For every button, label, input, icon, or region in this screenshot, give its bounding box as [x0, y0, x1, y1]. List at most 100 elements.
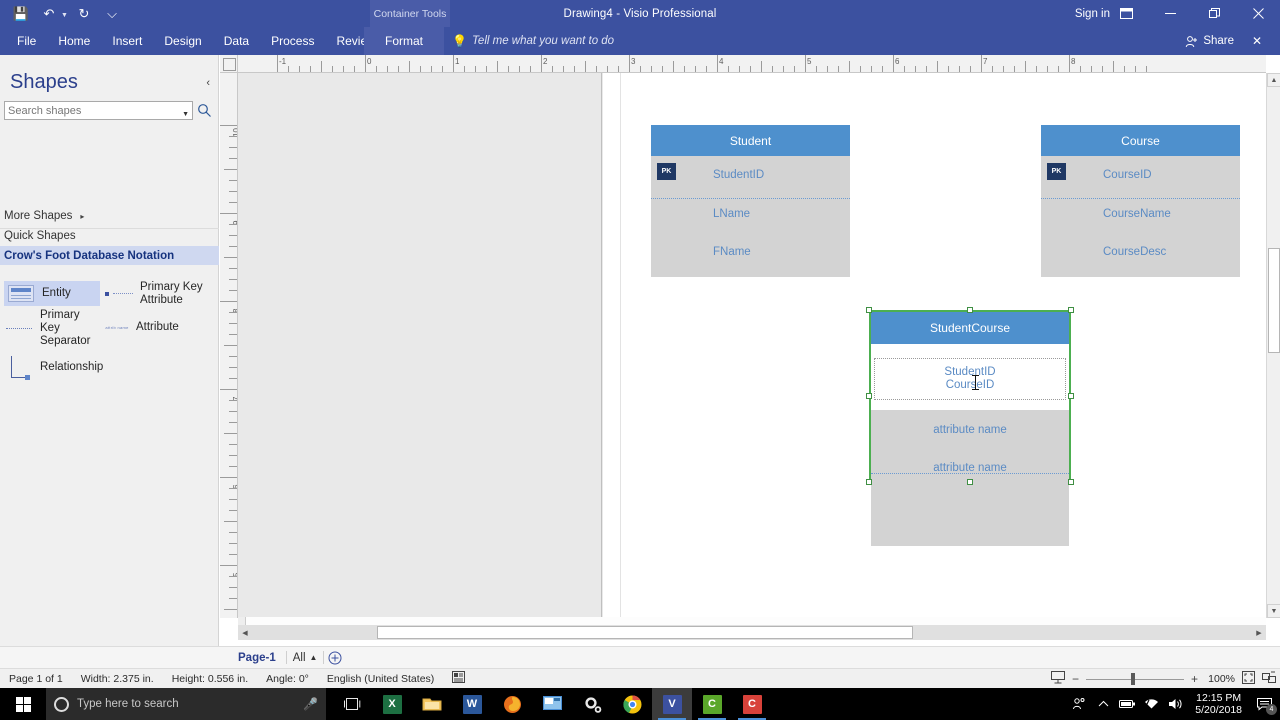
- add-page-button[interactable]: [324, 647, 346, 669]
- task-view-icon[interactable]: [332, 688, 372, 720]
- chevron-up-icon: ▲: [309, 653, 318, 662]
- attribute-row[interactable]: CourseName: [1041, 194, 1240, 234]
- zoom-level-label[interactable]: 100%: [1205, 673, 1235, 685]
- vertical-ruler[interactable]: 10987654: [220, 73, 238, 618]
- search-icon[interactable]: [197, 103, 212, 123]
- fit-page-icon[interactable]: [1242, 670, 1255, 687]
- ribbon-display-options-icon[interactable]: [1104, 0, 1148, 27]
- master-entity-label: Entity: [42, 287, 71, 299]
- tab-insert[interactable]: Insert: [101, 27, 153, 55]
- taskbar-app-file-explorer[interactable]: [412, 688, 452, 720]
- horizontal-scrollbar[interactable]: ◀ ▶: [238, 625, 1266, 640]
- show-hidden-icons-icon[interactable]: [1091, 688, 1115, 720]
- presentation-mode-icon[interactable]: [1050, 670, 1065, 687]
- master-primary-key-attribute[interactable]: Primary Key Attribute: [104, 277, 214, 310]
- taskbar-app-camtasia[interactable]: C: [692, 688, 732, 720]
- stencil-header-crows-foot[interactable]: Crow's Foot Database Notation: [0, 246, 219, 265]
- microphone-icon[interactable]: 🎤: [303, 697, 318, 711]
- shape-studentcourse[interactable]: StudentCourse attribute name attribute n…: [866, 307, 1074, 546]
- resize-handle[interactable]: [1068, 479, 1074, 485]
- taskbar-app-firefox[interactable]: [492, 688, 532, 720]
- horizontal-scroll-thumb[interactable]: [377, 626, 913, 639]
- wifi-icon[interactable]: [1139, 688, 1163, 720]
- tab-format[interactable]: Format: [364, 27, 444, 55]
- status-language[interactable]: English (United States): [318, 673, 443, 685]
- all-pages-button[interactable]: All ▲: [287, 652, 324, 664]
- taskbar-app-settings[interactable]: [572, 688, 612, 720]
- attribute-row[interactable]: FName: [651, 234, 850, 270]
- start-button[interactable]: [0, 688, 46, 720]
- horizontal-ruler[interactable]: -1 0 1 2 3 4 5 6 7 8: [238, 55, 1266, 73]
- taskbar-search[interactable]: Type here to search 🎤: [46, 688, 326, 720]
- chevron-right-icon: ▸: [80, 212, 85, 221]
- tab-process[interactable]: Process: [260, 27, 325, 55]
- attribute-row[interactable]: LName: [651, 194, 850, 234]
- collapse-ribbon-icon[interactable]: ✕: [1242, 27, 1272, 55]
- vertical-scrollbar[interactable]: ▲ ▼: [1266, 73, 1280, 618]
- people-icon[interactable]: [1067, 688, 1091, 720]
- shape-student[interactable]: Student PK StudentID LName FName: [651, 125, 850, 277]
- attribute-row[interactable]: PK StudentID: [651, 156, 850, 194]
- taskbar-app-remote-desktop[interactable]: [532, 688, 572, 720]
- taskbar-clock[interactable]: 12:15 PM 5/20/2018: [1187, 692, 1250, 716]
- scroll-down-button[interactable]: ▼: [1267, 604, 1280, 618]
- search-input-wrapper[interactable]: ▼: [4, 101, 193, 120]
- tell-me-search[interactable]: 💡 Tell me what you want to do: [452, 27, 614, 55]
- close-icon[interactable]: [1236, 0, 1280, 27]
- taskbar-app-excel[interactable]: X: [372, 688, 412, 720]
- master-entity[interactable]: Entity: [4, 281, 100, 306]
- cortana-icon: [54, 696, 69, 712]
- resize-handle[interactable]: [967, 307, 973, 313]
- resize-handle[interactable]: [866, 393, 872, 399]
- search-input[interactable]: [8, 102, 178, 119]
- shape-course[interactable]: Course PK CourseID CourseName CourseDesc: [1041, 125, 1240, 277]
- scroll-left-button[interactable]: ◀: [238, 625, 252, 640]
- volume-icon[interactable]: [1163, 688, 1187, 720]
- master-primary-key-separator[interactable]: Primary Key Separator: [4, 309, 100, 347]
- zoom-slider[interactable]: [1085, 672, 1184, 686]
- taskbar-app-word[interactable]: W: [452, 688, 492, 720]
- scroll-right-button[interactable]: ▶: [1252, 625, 1266, 640]
- attribute-row[interactable]: CourseDesc: [1041, 234, 1240, 270]
- restore-icon[interactable]: [1192, 0, 1236, 27]
- text-edit-box[interactable]: StudentID CourseID: [874, 358, 1066, 400]
- tab-data[interactable]: Data: [213, 27, 260, 55]
- page-tab-page-1[interactable]: Page-1: [228, 647, 286, 669]
- scroll-up-button[interactable]: ▲: [1267, 73, 1280, 87]
- quick-shapes-link[interactable]: Quick Shapes: [4, 230, 76, 242]
- vertical-scroll-thumb[interactable]: [1268, 248, 1280, 353]
- tab-file[interactable]: File: [6, 27, 47, 55]
- edit-line-1: StudentID: [944, 365, 996, 378]
- master-attribute[interactable]: attrib name Attribute: [104, 315, 214, 340]
- resize-handle[interactable]: [967, 479, 973, 485]
- taskbar-app-chrome[interactable]: [612, 688, 652, 720]
- more-shapes-link[interactable]: More Shapes ▸: [4, 210, 84, 222]
- battery-icon[interactable]: [1115, 688, 1139, 720]
- taskbar-app-visio[interactable]: V: [652, 688, 692, 720]
- zoom-slider-thumb[interactable]: [1130, 672, 1135, 685]
- macro-recording-icon[interactable]: [443, 671, 474, 686]
- zoom-out-button[interactable]: −: [1072, 672, 1079, 686]
- resize-handle[interactable]: [866, 307, 872, 313]
- minimize-icon[interactable]: [1148, 0, 1192, 27]
- drawing-canvas[interactable]: Student PK StudentID LName FName Course: [238, 73, 1266, 618]
- resize-handle[interactable]: [866, 479, 872, 485]
- master-relationship[interactable]: Relationship: [4, 353, 114, 381]
- fit-window-icon[interactable]: [1262, 671, 1276, 687]
- tab-home[interactable]: Home: [47, 27, 101, 55]
- ruler-label: 7: [983, 57, 988, 66]
- zoom-in-button[interactable]: +: [1191, 672, 1198, 686]
- horizontal-splitter[interactable]: [238, 617, 1266, 625]
- taskbar-app-camtasia-recorder[interactable]: C: [732, 688, 772, 720]
- container-tools-label: Container Tools: [370, 0, 450, 27]
- attribute-row[interactable]: PK CourseID: [1041, 156, 1240, 194]
- resize-handle[interactable]: [1068, 307, 1074, 313]
- search-dropdown-icon[interactable]: ▼: [182, 106, 189, 123]
- resize-handle[interactable]: [1068, 393, 1074, 399]
- ruler-corner[interactable]: [220, 55, 238, 73]
- collapse-panel-icon[interactable]: ‹: [206, 77, 210, 89]
- attribute-row[interactable]: attribute name: [871, 410, 1069, 450]
- tab-design[interactable]: Design: [153, 27, 212, 55]
- share-button[interactable]: Share: [1185, 27, 1234, 55]
- notification-center-button[interactable]: 4: [1250, 688, 1280, 720]
